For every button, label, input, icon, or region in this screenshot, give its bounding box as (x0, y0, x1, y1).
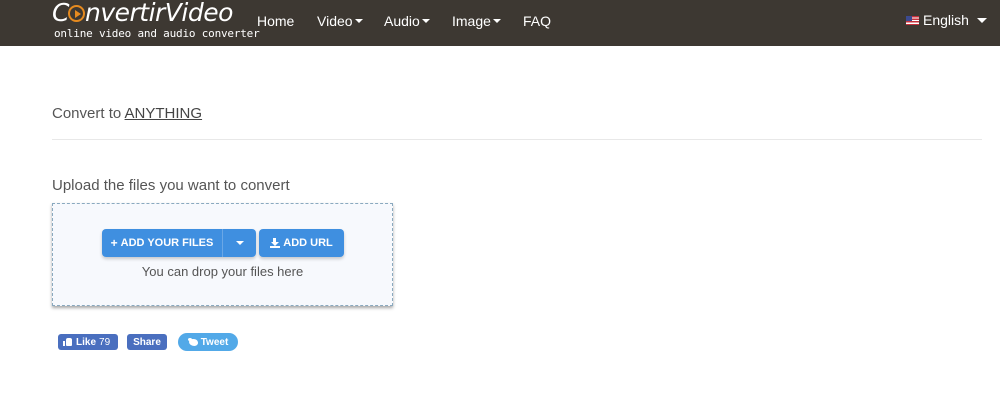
twitter-bird-icon (187, 338, 198, 346)
us-flag-icon (906, 15, 919, 25)
add-files-label: ADD YOUR FILES (120, 237, 214, 249)
share-label: Share (133, 336, 161, 348)
caret-down-icon (235, 241, 244, 245)
nav-label: Video (317, 13, 353, 29)
language-selector[interactable]: English (906, 12, 987, 28)
tweet-label: Tweet (200, 336, 229, 348)
logo-title-rest: nvertirVideo (84, 0, 233, 27)
language-label: English (923, 12, 969, 28)
nav-label: FAQ (523, 13, 552, 29)
nav-item-image[interactable]: Image (452, 13, 501, 29)
nav-item-video[interactable]: Video (317, 13, 363, 29)
facebook-like-button[interactable]: Like 79 (58, 334, 118, 350)
tweet-button[interactable]: Tweet (178, 333, 238, 351)
caret-down-icon (492, 19, 501, 23)
nav-item-faq[interactable]: FAQ (523, 13, 551, 29)
add-url-label: ADD URL (283, 237, 333, 249)
upload-title: Upload the files you want to convert (52, 177, 290, 194)
add-files-button[interactable]: + ADD YOUR FILES (102, 229, 222, 257)
site-logo[interactable]: CnvertirVideo online video and audio con… (52, 0, 260, 46)
top-navbar: CnvertirVideo online video and audio con… (0, 0, 1000, 46)
convert-heading: Convert to ANYTHING (52, 105, 202, 122)
play-icon (67, 5, 85, 22)
logo-title: CnvertirVideo (52, 0, 233, 28)
caret-down-icon (354, 19, 363, 23)
nav-label: Audio (384, 13, 420, 29)
facebook-share-button[interactable]: Share (127, 334, 167, 350)
nav-item-home[interactable]: Home (257, 13, 294, 29)
convert-prefix: Convert to (52, 105, 125, 122)
download-icon (270, 238, 281, 248)
like-count: 79 (99, 336, 111, 348)
logo-subtitle: online video and audio converter (54, 27, 260, 40)
add-files-button-group: + ADD YOUR FILES (102, 229, 256, 257)
thumbs-up-icon (63, 338, 72, 346)
file-dropzone[interactable]: + ADD YOUR FILES ADD URL You can drop yo… (52, 203, 393, 306)
caret-down-icon (976, 17, 987, 23)
plus-icon: + (110, 236, 118, 250)
nav-label: Image (452, 13, 491, 29)
like-label: Like (76, 336, 97, 348)
logo-letter-c: C (52, 0, 69, 27)
divider (52, 139, 982, 140)
convert-target-link[interactable]: ANYTHING (125, 105, 203, 122)
caret-down-icon (421, 19, 430, 23)
add-url-button[interactable]: ADD URL (259, 229, 344, 257)
add-files-dropdown-button[interactable] (222, 229, 256, 257)
nav-label: Home (257, 13, 295, 29)
drop-hint: You can drop your files here (141, 264, 304, 279)
nav-item-audio[interactable]: Audio (384, 13, 430, 29)
